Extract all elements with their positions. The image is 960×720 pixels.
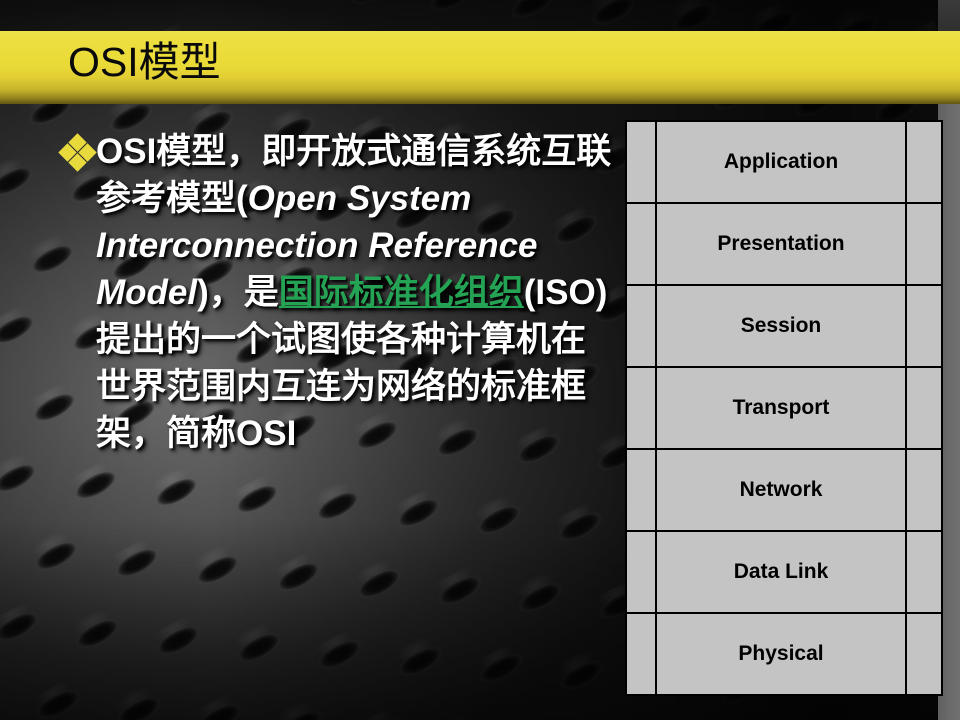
row-left-cell — [625, 530, 657, 614]
row-right-cell — [905, 284, 943, 368]
table-row: Physical — [625, 612, 943, 696]
row-left-cell — [625, 284, 657, 368]
osi-layer-physical: Physical — [655, 612, 907, 696]
slide-canvas: OSI模型 OSI模型，即开放式通信系统互联参考模型(Open System I… — [0, 0, 960, 720]
table-row: Session — [625, 284, 943, 368]
table-row: Presentation — [625, 202, 943, 286]
page-title: OSI模型 — [68, 39, 221, 85]
osi-layer-session: Session — [655, 284, 907, 368]
row-right-cell — [905, 448, 943, 532]
row-right-cell — [905, 612, 943, 696]
row-right-cell — [905, 366, 943, 450]
osi-layer-table: Application Presentation Session Transpo… — [625, 120, 943, 696]
row-left-cell — [625, 366, 657, 450]
row-right-cell — [905, 120, 943, 204]
row-left-cell — [625, 120, 657, 204]
diamond-cluster-bullet-icon — [58, 133, 97, 172]
table-row: Transport — [625, 366, 943, 450]
osi-layer-network: Network — [655, 448, 907, 532]
bullet-paragraph: OSI模型，即开放式通信系统互联参考模型(Open System Interco… — [96, 128, 615, 457]
osi-layer-transport: Transport — [655, 366, 907, 450]
table-row: Network — [625, 448, 943, 532]
row-left-cell — [625, 612, 657, 696]
osi-layer-application: Application — [655, 120, 907, 204]
right-edge-strip-top — [938, 0, 960, 31]
row-left-cell — [625, 202, 657, 286]
osi-layer-data-link: Data Link — [655, 530, 907, 614]
row-right-cell — [905, 530, 943, 614]
body-content: OSI模型，即开放式通信系统互联参考模型(Open System Interco… — [40, 128, 615, 457]
row-right-cell — [905, 202, 943, 286]
row-left-cell — [625, 448, 657, 532]
table-row: Application — [625, 120, 943, 204]
list-item: OSI模型，即开放式通信系统互联参考模型(Open System Interco… — [40, 128, 615, 457]
hyperlink-iso-organization[interactable]: 国际标准化组织 — [279, 273, 524, 312]
osi-layer-presentation: Presentation — [655, 202, 907, 286]
bullet-segment-cn-mid: )，是 — [197, 273, 279, 312]
table-row: Data Link — [625, 530, 943, 614]
